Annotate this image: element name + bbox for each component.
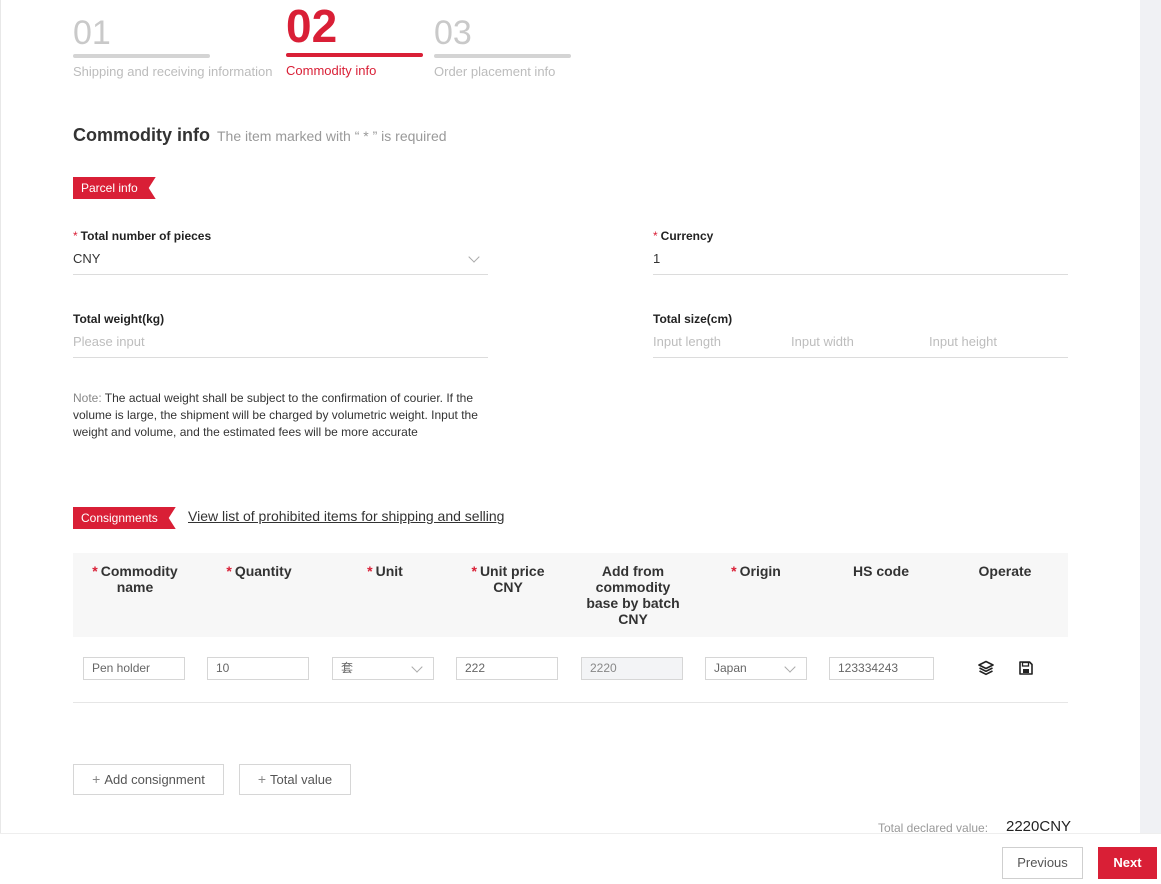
total-value-label: Total value [270,772,333,787]
total-pieces-underline [73,274,488,275]
col-quantity: * Quantity [226,563,292,579]
note-prefix: Note: [73,391,102,405]
step-2-label: Commodity info [286,63,377,78]
required-mark: * [73,229,78,243]
step-1-bar [73,54,210,58]
origin-select[interactable]: Japan [705,657,807,680]
currency-underline [653,274,1068,275]
step-1-label: Shipping and receiving information [73,64,273,79]
table-header: * Commodity name * Quantity * Unit * Unit pr… [73,553,1068,637]
currency-input[interactable]: 1 [653,251,660,266]
add-consignment-label: Add consignment [104,772,205,787]
step-3-label: Order placement info [434,64,556,79]
hs-code-input[interactable]: 123334243 [829,657,934,680]
footer-bar [0,833,1161,884]
step-1-number: 01 [73,14,111,52]
total-pieces-label: * Total number of pieces [73,229,212,243]
unit-price-input[interactable]: 222 [456,657,558,680]
plus-icon: + [92,771,101,787]
col-commodity-name: * Commodity name [92,563,178,595]
right-gutter [1140,0,1161,833]
total-field: 2220 [581,657,683,680]
step-3[interactable]: 03 Order placement info [434,16,571,79]
total-size-label: Total size(cm) [653,312,733,326]
col-unit: * Unit [367,563,403,579]
origin-select-value: Japan [714,661,747,675]
unit-select-value: 套 [341,661,354,675]
total-size-underline [653,357,1068,358]
total-weight-label: Total weight(kg) [73,312,165,326]
step-1[interactable]: 01 Shipping and receiving information [73,14,273,79]
page-title: Commodity info [73,125,210,145]
step-3-bar [434,54,571,58]
step-2[interactable]: 02 Commodity info [286,3,423,78]
required-mark: * [653,229,658,243]
unit-select[interactable]: 套 [332,657,434,680]
step-2-number: 02 [286,0,338,52]
layers-icon[interactable] [978,660,994,676]
previous-button[interactable]: Previous [1002,847,1083,879]
next-button[interactable]: Next [1098,847,1157,879]
consignments-tag: Consignments [73,507,176,529]
col-add-from-base: Add from commodity base by batch CNY [586,563,680,627]
plus-icon: + [257,771,267,787]
total-value-button[interactable]: + Total value [239,764,351,795]
prohibited-items-link[interactable]: View list of prohibited items for shippi… [188,508,504,524]
note-text: The actual weight shall be subject to th… [73,391,478,439]
total-weight-input[interactable]: Please input [73,334,145,349]
parcel-info-tag: Parcel info [73,177,156,199]
required-hint: The item marked with “ * ” is required [217,128,447,144]
chevron-down-icon [784,661,796,673]
col-operate: Operate [978,563,1032,579]
col-hs-code: HS code [852,563,909,579]
currency-label: * Currency [653,229,714,243]
chevron-down-icon [411,661,423,673]
width-input[interactable]: Input width [791,334,854,349]
height-input[interactable]: Input height [929,334,997,349]
step-3-number: 03 [434,14,472,52]
add-consignment-button[interactable]: + Add consignment [73,764,224,795]
length-input[interactable]: Input length [653,334,721,349]
col-unit-price: * Unit price CNY [471,563,545,595]
save-icon[interactable] [1018,660,1034,676]
table-row-divider [73,702,1068,703]
commodity-name-input[interactable]: Pen holder [83,657,185,680]
total-weight-underline [73,357,488,358]
weight-note: Note: The actual weight shall be subject… [73,390,485,441]
step-2-bar [286,53,423,57]
quantity-input[interactable]: 10 [207,657,309,680]
total-pieces-value[interactable]: CNY [73,251,100,266]
col-origin: * Origin [731,563,781,579]
